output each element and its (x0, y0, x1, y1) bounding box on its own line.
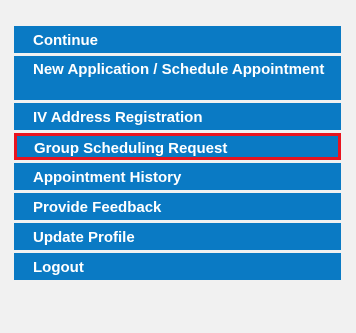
menu-item-logout[interactable]: Logout (14, 253, 341, 280)
menu-item-label: Provide Feedback (33, 199, 162, 216)
menu-item-label: Continue (33, 32, 98, 49)
menu-item-label: Group Scheduling Request (34, 140, 228, 157)
menu-item-label: IV Address Registration (33, 109, 203, 126)
nav-menu: Continue New Application / Schedule Appo… (14, 26, 341, 283)
menu-item-label: Appointment History (33, 169, 182, 186)
menu-item-new-application[interactable]: New Application / Schedule Appointment (14, 56, 341, 100)
menu-item-appointment-history[interactable]: Appointment History (14, 163, 341, 190)
menu-item-update-profile[interactable]: Update Profile (14, 223, 341, 250)
menu-item-group-scheduling-request[interactable]: Group Scheduling Request (14, 133, 341, 160)
nav-panel: Continue New Application / Schedule Appo… (0, 0, 356, 333)
menu-item-label: Update Profile (33, 229, 135, 246)
menu-item-label: Logout (33, 259, 84, 276)
menu-item-iv-address-registration[interactable]: IV Address Registration (14, 103, 341, 130)
menu-item-label: New Application / Schedule Appointment (33, 61, 325, 78)
menu-item-continue[interactable]: Continue (14, 26, 341, 53)
menu-item-provide-feedback[interactable]: Provide Feedback (14, 193, 341, 220)
